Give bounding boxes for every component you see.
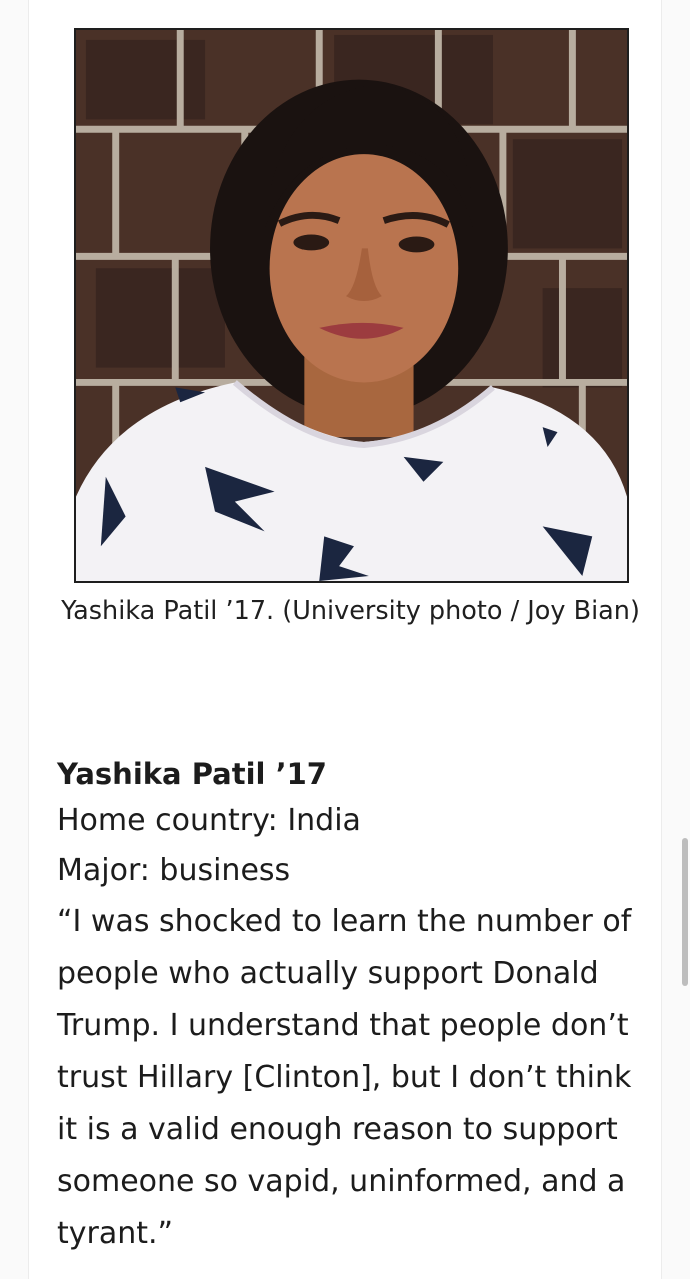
article-page: Yashika Patil ’17. (University photo / J…: [28, 0, 662, 1279]
major: Major: business: [57, 853, 291, 888]
portrait-image: [76, 30, 627, 581]
page-scrollbar[interactable]: [682, 838, 688, 986]
profile-quote: “I was shocked to learn the number of pe…: [57, 904, 632, 1251]
home-country: Home country: India: [57, 803, 361, 838]
profile-name: Yashika Patil ’17: [57, 757, 327, 791]
profile-photo: [74, 28, 629, 583]
profile-block: Yashika Patil ’17 Home country: India Ma…: [57, 752, 649, 1260]
photo-caption: Yashika Patil ’17. (University photo / J…: [61, 596, 640, 626]
